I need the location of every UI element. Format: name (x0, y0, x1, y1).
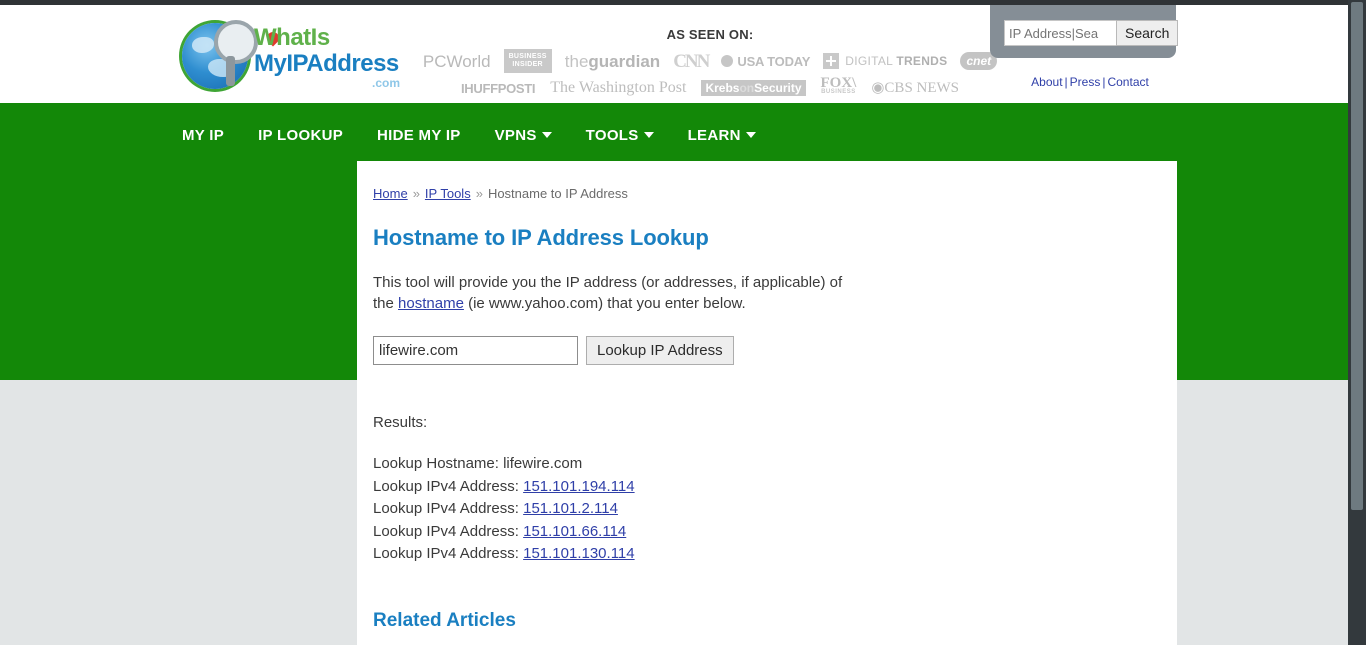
breadcrumb-separator-1: » (412, 186, 420, 201)
press-logo-krebs-on-security: KrebsonSecurity (701, 80, 806, 96)
result-ip-link[interactable]: 151.101.130.114 (523, 545, 635, 562)
as-seen-on-section: AS SEEN ON: PCWorld BUSINESS INSIDER the… (423, 27, 998, 97)
breadcrumb-current: Hostname to IP Address (487, 186, 628, 201)
guardian-the: the (564, 51, 589, 71)
scrollbar-thumb[interactable] (1351, 2, 1363, 510)
result-ip-row: Lookup IPv4 Address: 151.101.66.114 (373, 521, 1177, 544)
result-hostname-row: Lookup Hostname: lifewire.com (373, 453, 1177, 476)
result-ip-link[interactable]: 151.101.194.114 (523, 478, 635, 495)
nav-label-hide-my-ip: HIDE MY IP (377, 126, 461, 144)
nav-item-tools[interactable]: TOOLS (586, 127, 654, 144)
header-utility-links: About | Press | Contact (1010, 75, 1170, 89)
page-viewport: WhatIs MyIPAddress .com AS SEEN ON: PCWo… (0, 5, 1348, 645)
nav-label-my-ip: MY IP (182, 126, 225, 144)
breadcrumb-separator-2: » (475, 186, 483, 201)
magnifier-handle-icon (226, 56, 235, 86)
result-ip-label: Lookup IPv4 Address: (373, 500, 524, 517)
related-articles-title: Related Articles (373, 609, 516, 631)
site-logo[interactable]: WhatIs MyIPAddress .com (182, 20, 400, 95)
nav-item-learn[interactable]: LEARN (688, 127, 756, 144)
krebs-a: Krebs (705, 81, 740, 95)
digital-trends-text: DIGITAL TRENDS (845, 55, 947, 67)
nav-item-vpns[interactable]: VPNS (495, 127, 552, 144)
bi-line2: INSIDER (512, 61, 543, 68)
result-hostname-value: lifewire.com (503, 455, 583, 472)
search-button[interactable]: Search (1116, 20, 1179, 46)
press-logos-row-2: IHUFFPOSTI The Washington Post KrebsonSe… (430, 75, 990, 97)
search-input[interactable] (1004, 20, 1122, 46)
result-hostname-label: Lookup Hostname: (373, 455, 504, 472)
press-logo-pcworld: PCWorld (422, 51, 491, 71)
press-link[interactable]: Press (1070, 75, 1101, 89)
main-navigation: MY IP IP LOOKUP HIDE MY IP VPNS TOOLS LE… (182, 118, 756, 152)
breadcrumb-home[interactable]: Home (373, 186, 408, 201)
browser-window: WhatIs MyIPAddress .com AS SEEN ON: PCWo… (0, 0, 1366, 645)
lookup-ip-address-button[interactable]: Lookup IP Address (586, 336, 734, 365)
breadcrumb-ip-tools[interactable]: IP Tools (425, 186, 471, 201)
result-ip-link[interactable]: 151.101.2.114 (523, 500, 618, 517)
guardian-name: guardian (588, 51, 661, 71)
nav-label-ip-lookup: IP LOOKUP (258, 126, 344, 144)
lookup-form: Lookup IP Address (373, 336, 1177, 365)
bi-line1: BUSINESS (508, 53, 547, 60)
press-logo-cnn: CNN (673, 50, 710, 72)
result-ip-label: Lookup IPv4 Address: (373, 522, 524, 540)
press-logos-row-1: PCWorld BUSINESS INSIDER theguardian CNN… (423, 49, 998, 73)
usatoday-text: USA TODAY (737, 53, 811, 69)
press-logo-usa-today: USA TODAY (721, 55, 810, 68)
site-header: WhatIs MyIPAddress .com AS SEEN ON: PCWo… (0, 5, 1348, 103)
logo-text-domain: .com (371, 76, 400, 90)
link-separator-2: | (1102, 75, 1106, 89)
usatoday-dot-icon (721, 55, 734, 67)
dt-bold: TRENDS (896, 54, 948, 68)
logo-text-line1: WhatIs (254, 24, 330, 51)
digital-trends-mark-icon (823, 53, 840, 69)
about-link[interactable]: About (1031, 75, 1062, 89)
nav-label-tools: TOOLS (585, 126, 639, 144)
nav-label-vpns: VPNS (494, 126, 537, 144)
result-ip-row: Lookup IPv4 Address: 151.101.2.114 (373, 498, 1177, 521)
press-logo-huffpost: IHUFFPOSTI (460, 80, 536, 96)
nav-item-ip-lookup[interactable]: IP LOOKUP (258, 127, 343, 144)
content-panel: Home » IP Tools » Hostname to IP Address Hos… (357, 161, 1177, 645)
press-logo-cbs-news: ◉CBS NEWS (871, 79, 960, 96)
fox-main: FOX\ (820, 75, 857, 91)
result-ip-row: Lookup IPv4 Address: 151.101.130.114 (373, 543, 1177, 566)
contact-link[interactable]: Contact (1107, 75, 1148, 89)
dt-light: DIGITAL (845, 54, 897, 68)
breadcrumb: Home » IP Tools » Hostname to IP Address (373, 186, 1177, 201)
results-list: Lookup Hostname: lifewire.com Lookup IPv… (373, 453, 1177, 566)
chevron-down-icon (745, 132, 756, 138)
link-separator-1: | (1064, 75, 1068, 89)
result-ip-link[interactable]: 151.101.66.114 (523, 523, 626, 540)
fox-sub: BUSINESS (821, 89, 856, 95)
page-description: This tool will provide you the IP addres… (373, 272, 843, 314)
logo-wordmark: WhatIs MyIPAddress .com (254, 24, 400, 90)
press-logo-business-insider: BUSINESS INSIDER (503, 49, 552, 73)
as-seen-on-title: AS SEEN ON: (666, 27, 754, 42)
hostname-input[interactable] (373, 336, 578, 365)
chevron-down-icon (541, 132, 552, 138)
press-logo-washington-post: The Washington Post (550, 79, 687, 96)
result-ip-label: Lookup IPv4 Address: (373, 477, 524, 495)
nav-item-my-ip[interactable]: MY IP (182, 127, 224, 144)
krebs-b: on (739, 81, 755, 95)
page-title: Hostname to IP Address Lookup (373, 225, 709, 250)
press-logo-digital-trends: DIGITAL TRENDS (823, 53, 947, 69)
chevron-down-icon (643, 132, 654, 138)
description-part-2: (ie www.yahoo.com) that you enter below. (463, 295, 746, 312)
nav-item-hide-my-ip[interactable]: HIDE MY IP (377, 127, 461, 144)
header-search-panel: Search (990, 5, 1179, 58)
results-label: Results: (373, 414, 428, 431)
result-ip-label: Lookup IPv4 Address: (373, 545, 524, 562)
krebs-c: Security (754, 81, 802, 95)
magnifier-icon (214, 20, 282, 64)
nav-label-learn: LEARN (687, 126, 741, 144)
press-logo-guardian: theguardian (565, 53, 660, 70)
vertical-scrollbar[interactable] (1348, 0, 1366, 645)
logo-text-line2: MyIPAddress (254, 50, 399, 77)
hostname-link[interactable]: hostname (398, 295, 464, 312)
press-logo-fox-business: FOX\ BUSINESS (820, 75, 857, 97)
result-ip-row: Lookup IPv4 Address: 151.101.194.114 (373, 476, 1177, 499)
